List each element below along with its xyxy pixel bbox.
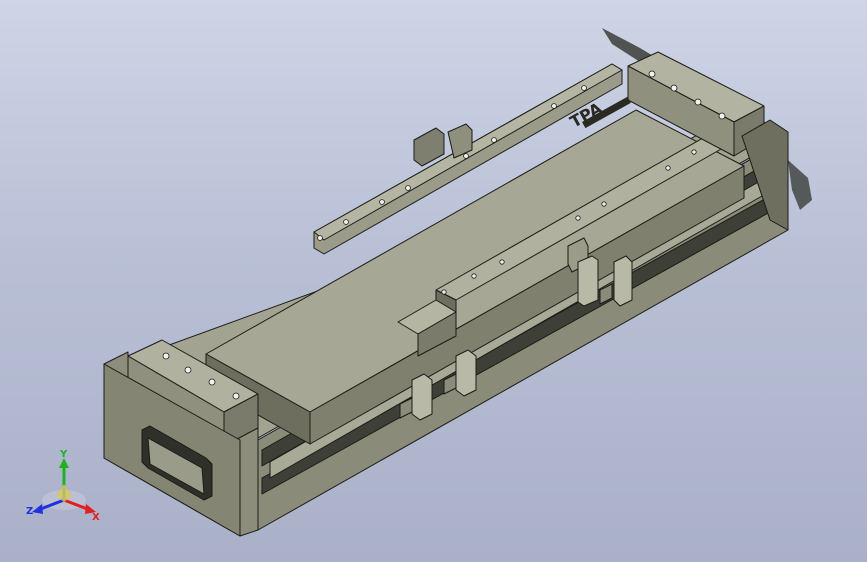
z-axis-label: Z	[26, 506, 33, 517]
graphics-viewport[interactable]: TPA Y X Z	[0, 0, 867, 562]
sensor-bracket-2	[455, 349, 477, 397]
sensor-bracket-1	[411, 373, 433, 421]
linear-stage-model[interactable]: TPA	[0, 0, 867, 562]
motor-shadow-right	[788, 160, 812, 210]
y-axis-label: Y	[59, 449, 68, 460]
z-axis-arrow	[32, 504, 43, 514]
sensor-bracket-4	[613, 255, 633, 307]
x-axis-label: X	[92, 512, 100, 522]
rear-connector	[413, 127, 445, 167]
sensor-bracket-3	[577, 255, 599, 307]
axis-triad[interactable]: Y X Z	[26, 448, 102, 522]
